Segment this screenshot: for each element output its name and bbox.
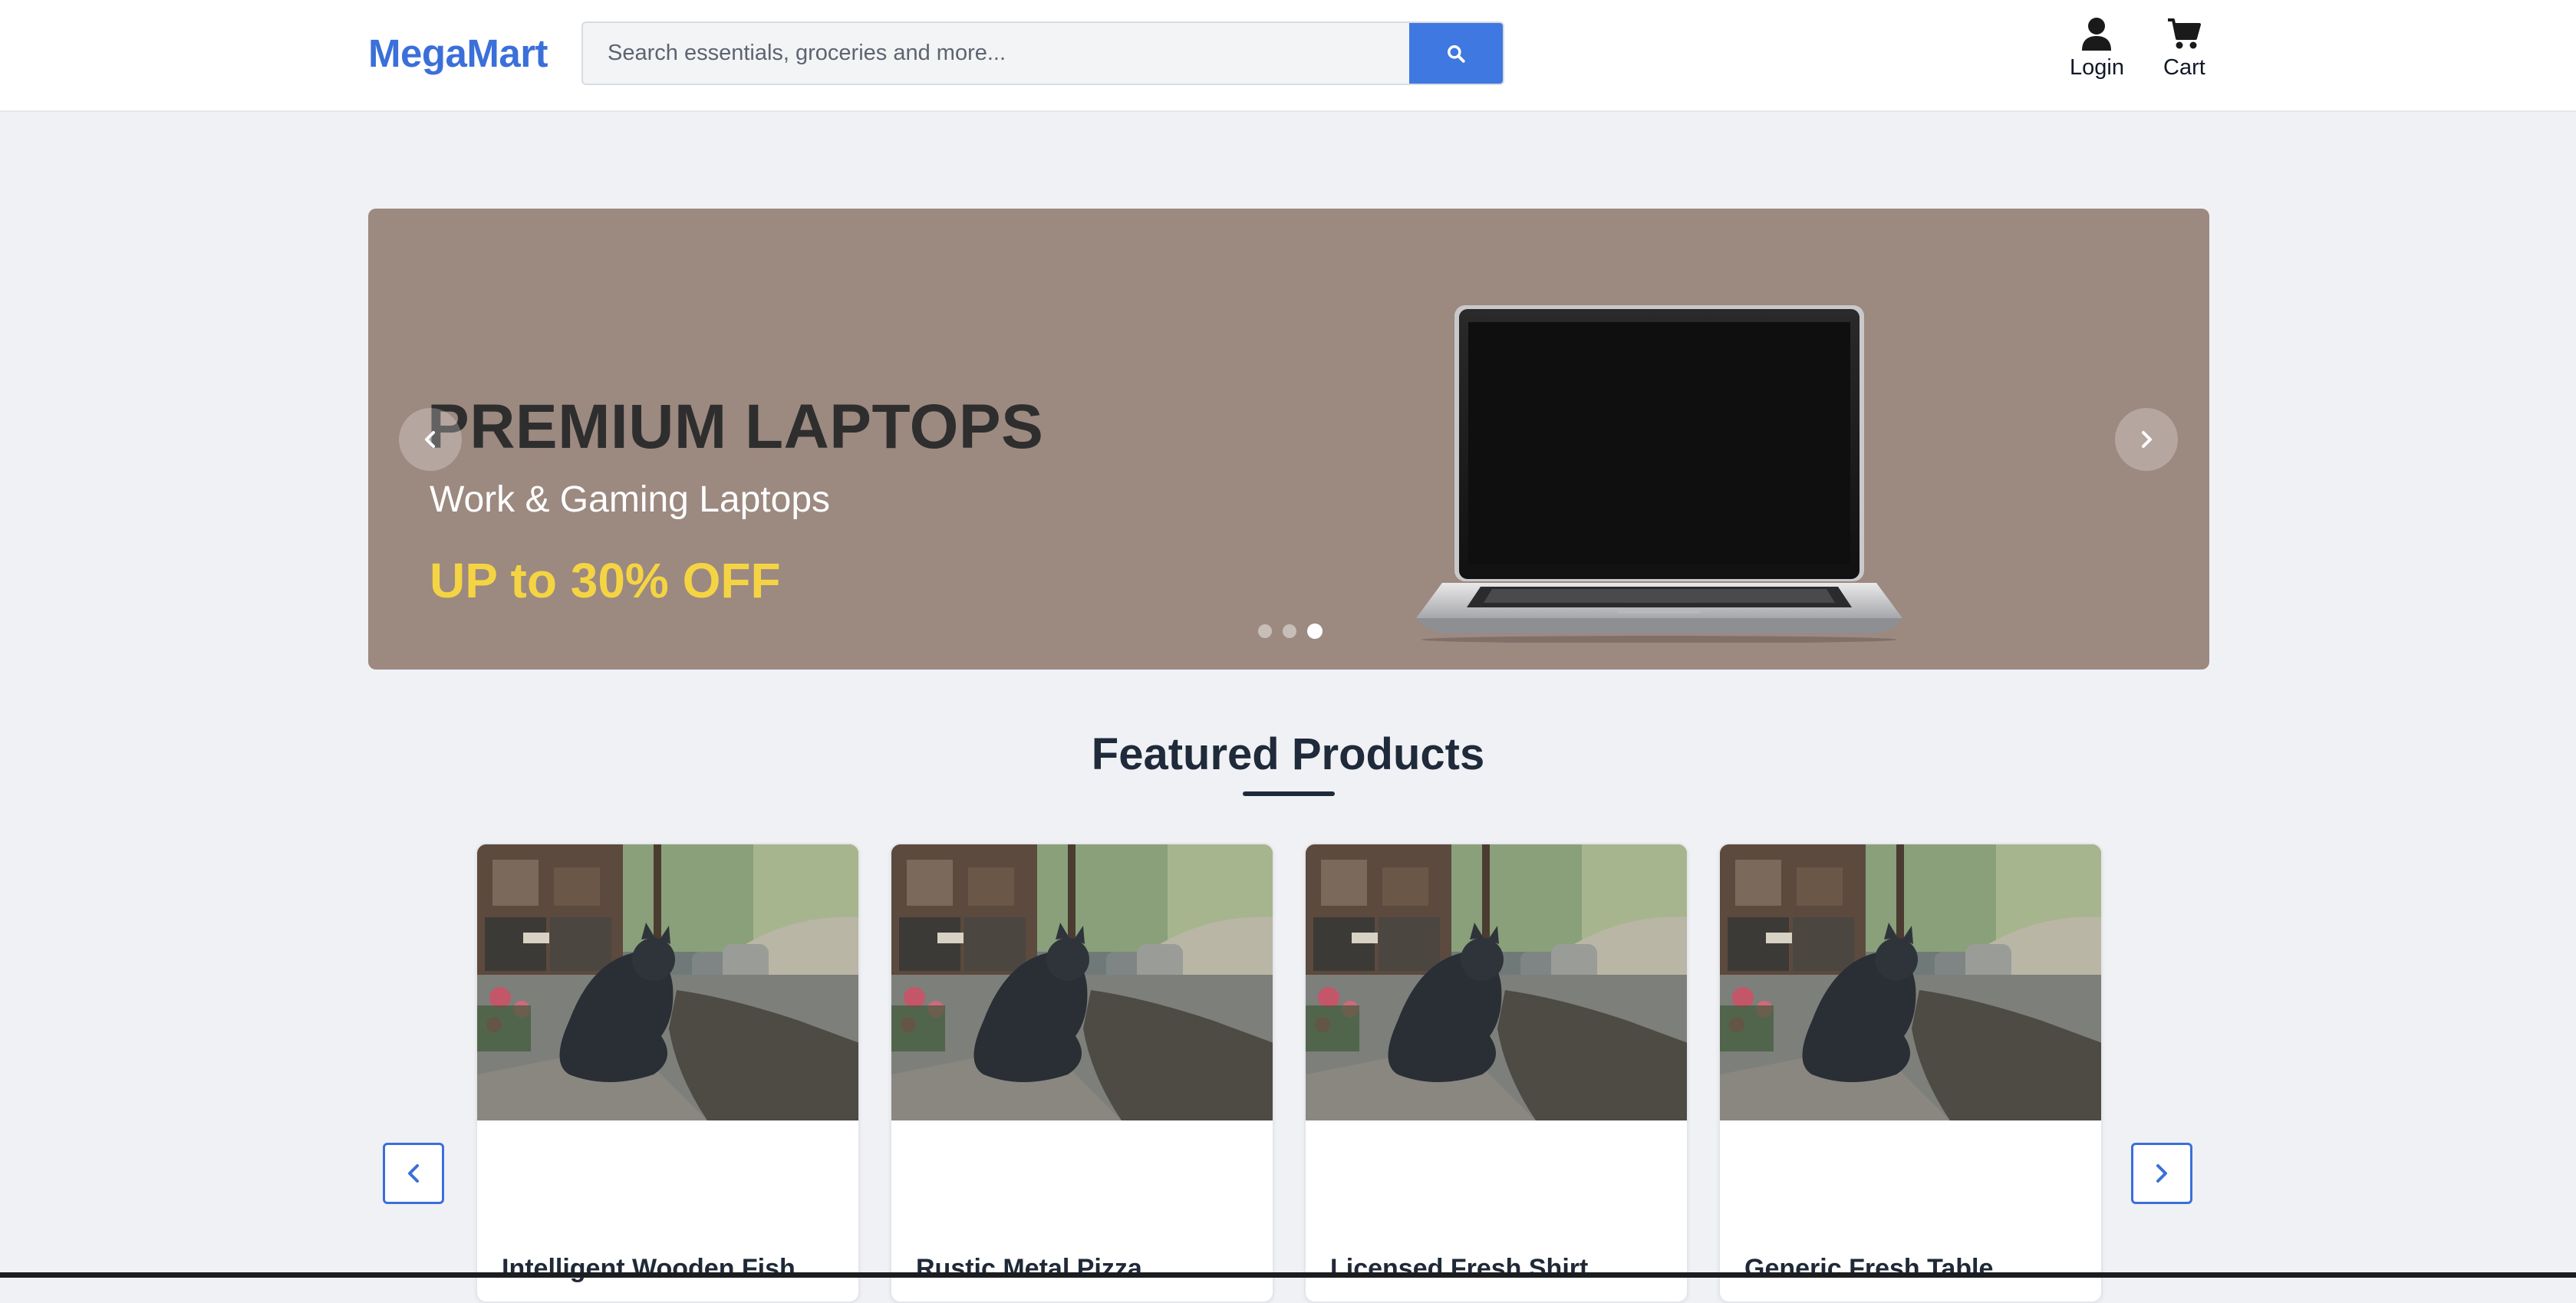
hero-banner: PREMIUM LAPTOPS Work & Gaming Laptops UP… — [368, 209, 2209, 670]
product-name[interactable]: Intelligent Wooden Fish — [502, 1254, 796, 1284]
product-name[interactable]: Rustic Metal Pizza — [916, 1254, 1142, 1284]
carousel-dots — [1258, 624, 1323, 639]
search-button[interactable] — [1409, 23, 1503, 84]
product-card[interactable]: Intelligent Wooden Fish — [476, 843, 860, 1303]
site-header: MegaMart Login Cart — [0, 0, 2576, 112]
chevron-right-icon — [2142, 431, 2152, 448]
product-card[interactable]: Licensed Fresh Shirt — [1304, 843, 1688, 1303]
product-name[interactable]: Generic Fresh Table — [1744, 1254, 1993, 1284]
product-card[interactable]: Rustic Metal Pizza — [890, 843, 1274, 1303]
laptop-image — [1416, 305, 1902, 643]
title-underline — [1243, 791, 1335, 796]
products-next-button[interactable] — [2131, 1143, 2192, 1204]
banner-next-button[interactable] — [2115, 408, 2178, 471]
search-bar — [581, 21, 1504, 85]
banner-subtitle: Work & Gaming Laptops — [430, 479, 831, 520]
cart-icon — [2168, 18, 2202, 49]
products-prev-button[interactable] — [383, 1143, 444, 1204]
carousel-dot[interactable] — [1258, 624, 1272, 638]
search-input[interactable] — [583, 23, 1410, 84]
banner-title: PREMIUM LAPTOPS — [427, 392, 1044, 462]
login-button[interactable]: Login — [2070, 17, 2124, 81]
product-name[interactable]: Licensed Fresh Shirt — [1330, 1254, 1588, 1284]
login-label: Login — [2070, 55, 2124, 80]
taskbar-strip — [0, 1272, 2576, 1278]
carousel-dot-active[interactable] — [1307, 624, 1323, 639]
product-image[interactable] — [477, 844, 860, 1120]
search-icon — [1448, 44, 1465, 63]
cart-label: Cart — [2163, 55, 2205, 80]
banner-prev-button[interactable] — [399, 408, 462, 471]
product-image[interactable] — [1720, 844, 2103, 1120]
carousel-dot[interactable] — [1283, 624, 1296, 638]
chevron-right-icon — [2156, 1164, 2167, 1183]
product-image[interactable] — [891, 844, 1274, 1120]
chevron-left-icon — [408, 1164, 419, 1183]
product-image[interactable] — [1306, 844, 1688, 1120]
chevron-left-icon — [425, 431, 435, 448]
cart-button[interactable]: Cart — [2163, 17, 2205, 81]
user-icon — [2082, 18, 2112, 51]
banner-offer: UP to 30% OFF — [430, 553, 781, 608]
product-card[interactable]: Generic Fresh Table — [1718, 843, 2103, 1303]
site-logo[interactable]: MegaMart — [368, 31, 548, 76]
featured-products-title: Featured Products — [1091, 729, 1485, 779]
